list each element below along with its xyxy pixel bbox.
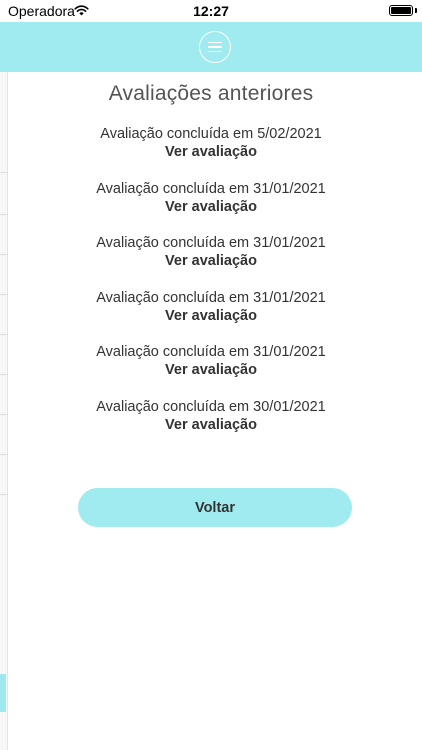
evaluation-date: Avaliação concluída em 31/01/2021 [96,235,326,251]
menu-button[interactable] [199,31,231,63]
hamburger-menu-icon [208,50,222,53]
evaluation-item: Avaliação concluída em 31/01/2021 Ver av… [0,343,422,398]
background-divider [0,494,8,495]
evaluation-item: Avaliação concluída em 31/01/2021 Ver av… [0,180,422,235]
screen: Operadora 12:27 Avaliações anteriores Av… [0,0,422,750]
view-evaluation-link[interactable]: Ver avaliação [0,361,422,379]
back-button[interactable]: Voltar [78,488,352,527]
evaluation-item: Avaliação concluída em 31/01/2021 Ver av… [0,289,422,344]
hamburger-menu-icon [208,46,222,48]
evaluations-list: Avaliação concluída em 5/02/2021 Ver ava… [0,125,422,452]
background-divider [0,454,8,455]
evaluation-date: Avaliação concluída em 5/02/2021 [100,126,322,142]
view-evaluation-link[interactable]: Ver avaliação [0,252,422,270]
view-evaluation-link[interactable]: Ver avaliação [0,143,422,161]
evaluation-date: Avaliação concluída em 31/01/2021 [96,289,326,306]
view-evaluation-link[interactable]: Ver avaliação [0,416,422,434]
view-evaluation-link[interactable]: Ver avaliação [0,198,422,216]
evaluation-date: Avaliação concluída em 31/01/2021 [96,344,326,360]
evaluation-item: Avaliação concluída em 30/01/2021 Ver av… [0,398,422,453]
status-bar: Operadora 12:27 [0,0,422,22]
hamburger-menu-icon [208,41,222,44]
evaluation-item: Avaliação concluída em 31/01/2021 Ver av… [0,234,422,289]
background-accent-block [0,674,6,712]
battery-level [391,7,411,14]
view-evaluation-link[interactable]: Ver avaliação [0,307,422,325]
clock: 12:27 [193,3,229,19]
page-title: Avaliações anteriores [108,82,314,105]
evaluation-date: Avaliação concluída em 30/01/2021 [96,398,326,415]
evaluation-date: Avaliação concluída em 31/01/2021 [96,180,326,197]
battery-tip [415,8,417,13]
evaluation-item: Avaliação concluída em 5/02/2021 Ver ava… [0,125,422,180]
battery-icon [389,5,413,16]
app-header [0,22,422,72]
